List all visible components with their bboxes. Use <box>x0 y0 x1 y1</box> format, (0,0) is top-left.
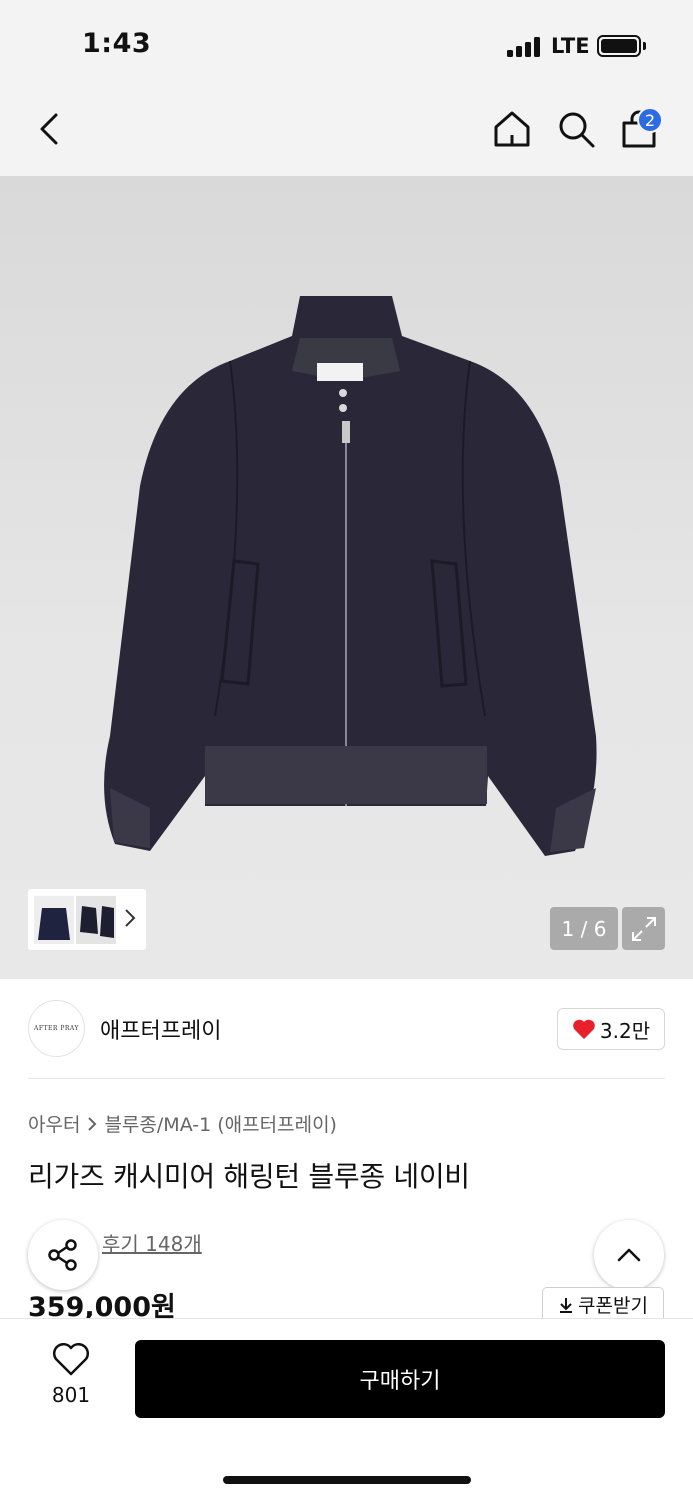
battery-icon <box>597 35 641 57</box>
home-icon <box>494 111 530 147</box>
product-title: 리가즈 캐시미어 해링턴 블루종 네이비 <box>28 1160 470 1193</box>
buy-button[interactable]: 구매하기 <box>135 1340 665 1418</box>
clock: 1:43 <box>82 28 152 59</box>
battery-tip <box>643 42 646 50</box>
brand-like-count: 3.2만 <box>599 1018 651 1043</box>
search-icon <box>559 112 595 148</box>
chevron-up-icon <box>617 1248 641 1262</box>
back-button[interactable] <box>24 104 74 154</box>
wishlist-count: 801 <box>51 1383 91 1407</box>
nav-header <box>0 90 693 176</box>
reviews-link[interactable]: 후기 148개 <box>102 1228 202 1257</box>
download-icon <box>560 1297 573 1313</box>
expand-button[interactable] <box>622 907 665 950</box>
share-icon <box>48 1239 77 1271</box>
brand-name[interactable]: 애프터프레이 <box>100 1013 221 1045</box>
chevron-right-icon <box>88 1116 97 1131</box>
coupon-label: 쿠폰받기 <box>578 1295 648 1317</box>
brand-logo[interactable]: AFTER PRAY <box>28 1000 85 1057</box>
breadcrumb: 아우터 블루종/MA-1 (애프터프레이) <box>28 1110 337 1137</box>
scroll-top-button[interactable] <box>594 1220 664 1290</box>
status-bar: 1:43 LTE <box>0 0 693 90</box>
brand-like-button[interactable]: 3.2만 <box>557 1008 665 1050</box>
chevron-right-icon <box>125 909 136 927</box>
product-price: 359,000원 <box>28 1292 176 1318</box>
breadcrumb-subcategory[interactable]: 블루종/MA-1 (애프터프레이) <box>104 1110 337 1137</box>
cellular-signal-icon <box>507 37 543 57</box>
network-type: LTE <box>551 34 590 58</box>
divider <box>28 1078 665 1079</box>
jacket-photo <box>104 296 597 856</box>
breadcrumb-category[interactable]: 아우터 <box>28 1110 80 1137</box>
chevron-left-icon <box>40 113 58 145</box>
thumbnail-strip[interactable] <box>28 889 146 950</box>
heart-outline-icon <box>53 1343 89 1376</box>
expand-icon <box>631 916 656 941</box>
coupon-button[interactable]: 쿠폰받기 <box>542 1287 664 1321</box>
heart-filled-icon <box>573 1019 595 1039</box>
home-indicator[interactable] <box>223 1476 471 1484</box>
product-image[interactable] <box>0 176 693 979</box>
share-button[interactable] <box>28 1220 98 1290</box>
image-counter: 1 / 6 <box>550 907 618 950</box>
cart-count-badge: 2 <box>637 107 663 133</box>
wishlist-button[interactable]: 801 <box>40 1343 102 1407</box>
search-button[interactable] <box>551 104 601 154</box>
thumbnail-images <box>34 895 116 944</box>
home-button[interactable] <box>487 104 537 154</box>
